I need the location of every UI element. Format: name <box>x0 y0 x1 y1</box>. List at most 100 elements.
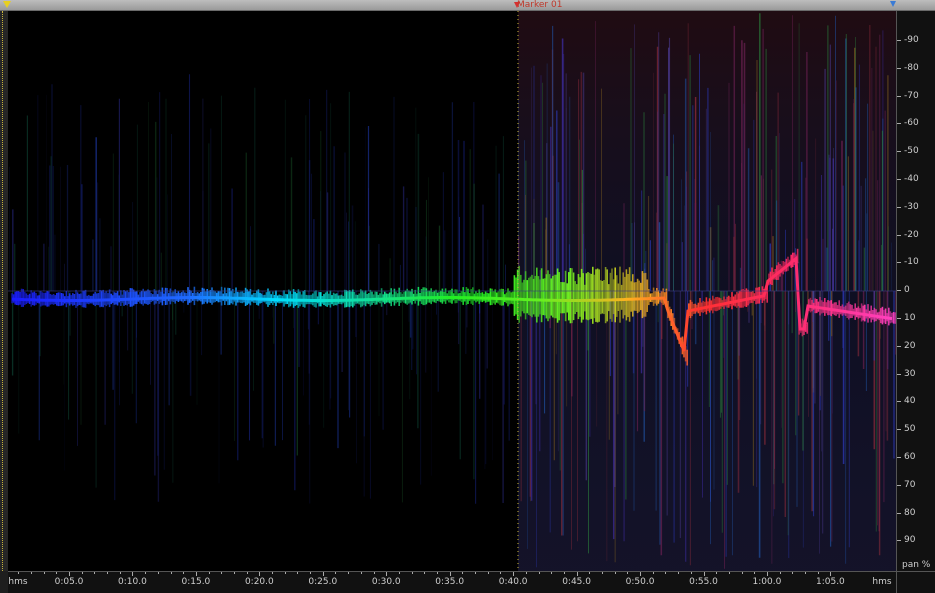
time-minor-tick <box>538 572 540 574</box>
time-minor-tick <box>741 572 743 574</box>
pan-tick <box>897 540 901 542</box>
time-tick <box>766 572 768 576</box>
time-minor-tick <box>94 572 96 574</box>
time-minor-tick <box>462 572 464 574</box>
pan-tick <box>897 206 901 208</box>
pan-tick <box>897 373 901 375</box>
time-minor-tick <box>208 572 210 574</box>
time-minor-tick <box>221 572 223 574</box>
time-tick-label: 1:00.0 <box>752 577 782 587</box>
time-tick <box>195 572 197 576</box>
time-minor-tick <box>157 572 159 574</box>
time-tick <box>703 572 705 576</box>
time-minor-tick <box>183 572 185 574</box>
pan-tick-label: -70 <box>904 90 919 101</box>
time-minor-tick <box>81 572 83 574</box>
time-tick-label: 1:05.0 <box>815 577 845 587</box>
time-tick-label: 0:10.0 <box>118 577 147 587</box>
pan-ruler[interactable]: -90 -80 -70 -60 -50 -40 -30 -20 -10 0 10 20 30 40 50 60… <box>896 11 935 571</box>
time-tick-label: 0:40.0 <box>498 577 528 587</box>
spectral-pan-display[interactable] <box>8 11 896 571</box>
time-tick-label: 0:55.0 <box>689 577 718 587</box>
ruler-corner: pan % <box>896 560 935 593</box>
time-minor-tick <box>424 572 426 574</box>
time-minor-tick <box>107 572 109 574</box>
time-tick <box>386 572 388 576</box>
time-ruler[interactable]: hms 0:05.0 0:10.0 0:15.0 0:20.0 0:25.0 0:30.0 0… <box>8 571 896 593</box>
time-minor-tick <box>551 572 553 574</box>
time-minor-tick <box>411 572 413 574</box>
pan-tick <box>897 262 901 264</box>
pan-tick <box>897 290 901 292</box>
time-minor-tick <box>297 572 299 574</box>
time-minor-tick <box>716 572 718 574</box>
time-tick <box>513 572 515 576</box>
time-minor-tick <box>284 572 286 574</box>
pan-tick-label: -10 <box>904 257 919 268</box>
pan-tick-label: 50 <box>904 424 916 435</box>
pan-tick-label: -60 <box>904 118 919 129</box>
time-minor-tick <box>310 572 312 574</box>
pan-tick <box>897 179 901 180</box>
spectral-pan-canvas[interactable] <box>8 11 896 571</box>
time-tick-label: 0:15.0 <box>181 577 211 587</box>
time-minor-tick <box>779 572 781 574</box>
time-minor-tick <box>119 572 121 574</box>
pan-tick-label: 60 <box>904 452 916 462</box>
pan-tick <box>897 318 901 319</box>
time-minor-tick <box>601 572 603 574</box>
pan-tick-label: 90 <box>904 535 916 546</box>
time-minor-tick <box>652 572 654 574</box>
time-minor-tick <box>589 572 591 574</box>
time-tick <box>449 572 451 576</box>
time-tick <box>322 572 324 576</box>
pan-tick <box>897 401 901 403</box>
time-minor-tick <box>627 572 629 574</box>
marker-label[interactable]: Marker 01 <box>517 0 562 11</box>
pan-tick-label: 10 <box>904 313 916 323</box>
pan-tick <box>897 95 901 97</box>
pan-tick-label: 70 <box>904 479 916 490</box>
time-minor-tick <box>30 572 32 574</box>
time-minor-tick <box>728 572 730 574</box>
time-tick <box>830 572 832 576</box>
time-unit-end: hms <box>872 577 892 587</box>
pan-tick-label: -40 <box>904 174 919 184</box>
time-minor-tick <box>754 572 756 574</box>
pan-tick <box>897 429 901 431</box>
time-minor-tick <box>246 572 248 574</box>
pan-tick <box>897 484 901 486</box>
time-minor-tick <box>678 572 680 574</box>
pan-tick-label: -50 <box>904 146 919 157</box>
pan-unit-label: pan % <box>902 560 931 570</box>
pan-tick-label: 40 <box>904 396 916 407</box>
time-minor-tick <box>56 572 58 574</box>
time-tick <box>576 572 578 576</box>
time-tick-label: 0:35.0 <box>435 577 465 587</box>
start-flag-icon[interactable] <box>3 1 11 8</box>
pan-tick <box>897 40 901 41</box>
pan-tick-label: 0 <box>904 285 910 296</box>
time-tick-label: 0:05.0 <box>54 577 84 587</box>
pan-tick-label: 30 <box>904 368 916 379</box>
pan-tick <box>897 457 901 458</box>
time-minor-tick <box>690 572 692 574</box>
time-tick <box>640 572 642 576</box>
pan-tick-label: -20 <box>904 229 919 240</box>
pan-tick-label: -90 <box>904 35 919 45</box>
time-minor-tick <box>665 572 667 574</box>
end-flag-icon[interactable] <box>890 1 896 7</box>
time-minor-tick <box>487 572 489 574</box>
time-minor-tick <box>792 572 794 574</box>
time-minor-tick <box>170 572 172 574</box>
start-marker-line <box>2 11 4 571</box>
time-minor-tick <box>437 572 438 574</box>
pan-tick <box>897 151 901 153</box>
time-tick <box>69 572 70 576</box>
pan-tick <box>897 67 901 69</box>
marker-bar[interactable]: Marker 01 <box>0 0 935 11</box>
spectral-pan-view: Marker 01 -90 -80 -70 -60 -50 -40 -30 -2… <box>0 0 935 593</box>
pan-tick <box>897 123 901 125</box>
time-minor-tick <box>817 572 819 574</box>
pan-tick-label: 20 <box>904 340 916 351</box>
